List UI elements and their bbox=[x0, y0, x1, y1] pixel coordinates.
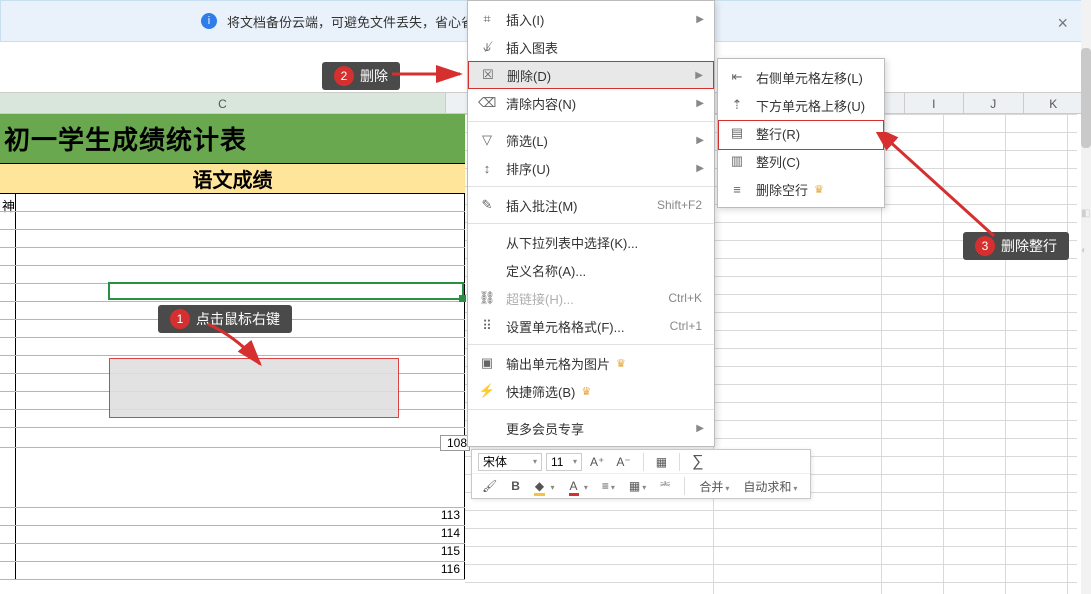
side-icon[interactable]: ◐ bbox=[1081, 245, 1089, 256]
column-header-i[interactable]: I bbox=[905, 93, 965, 113]
cell-value[interactable]: 115 bbox=[16, 544, 465, 561]
column-header-c[interactable]: C bbox=[0, 93, 446, 113]
menu-insert[interactable]: ⌗ 插入(I) ▶ bbox=[468, 5, 714, 33]
bold-button[interactable]: B bbox=[507, 479, 524, 493]
align-button[interactable]: ≡ bbox=[598, 479, 619, 493]
submenu-shift-up[interactable]: ⇡ 下方单元格上移(U) bbox=[718, 91, 884, 119]
menu-define-name[interactable]: 定义名称(A)... bbox=[468, 256, 714, 284]
column-header-k[interactable]: K bbox=[1024, 93, 1083, 113]
annotation-badge-3: 3 bbox=[975, 236, 995, 256]
eraser-icon: ⌫ bbox=[478, 95, 496, 111]
sort-icon: ↕ bbox=[478, 161, 496, 176]
format-painter-icon[interactable]: 🖌 bbox=[478, 479, 501, 493]
submenu-delete-blank[interactable]: ≡ 删除空行 ♛ bbox=[718, 175, 884, 203]
shortcut-label: Ctrl+K bbox=[668, 291, 702, 305]
shift-left-icon: ⇤ bbox=[728, 69, 746, 85]
delete-icon: ☒ bbox=[479, 67, 497, 83]
font-select[interactable]: 宋体▾ bbox=[478, 453, 542, 471]
menu-delete[interactable]: ☒ 删除(D) ▶ bbox=[468, 61, 714, 89]
info-icon: i bbox=[201, 13, 217, 29]
fields-icon[interactable]: ▦ bbox=[652, 455, 671, 469]
menu-separator bbox=[468, 223, 714, 224]
chevron-right-icon: ▶ bbox=[696, 14, 704, 25]
filter-icon: ▽ bbox=[478, 132, 496, 148]
active-selection bbox=[108, 282, 464, 300]
insert-icon: ⌗ bbox=[478, 11, 496, 27]
annotation-target-range bbox=[109, 358, 399, 418]
menu-clear[interactable]: ⌫ 清除内容(N) ▶ bbox=[468, 89, 714, 117]
chevron-right-icon: ▶ bbox=[695, 70, 703, 81]
selection-fill-handle[interactable] bbox=[459, 295, 466, 302]
menu-more-member[interactable]: 更多会员专享 ▶ bbox=[468, 414, 714, 442]
link-icon: ⛓ bbox=[478, 290, 496, 306]
chevron-right-icon: ▶ bbox=[696, 423, 704, 434]
chevron-right-icon: ▶ bbox=[696, 163, 704, 174]
annotation-arrow-2 bbox=[392, 62, 472, 86]
cell-value[interactable]: 114 bbox=[16, 526, 465, 543]
menu-sort[interactable]: ↕ 排序(U) ▶ bbox=[468, 154, 714, 182]
annotation-1: 1 点击鼠标右键 bbox=[158, 305, 292, 333]
font-size-select[interactable]: 11▾ bbox=[546, 453, 582, 471]
cell-value[interactable]: 113 bbox=[16, 508, 465, 525]
font-color-button[interactable]: A bbox=[565, 479, 592, 493]
comment-icon: ✎ bbox=[478, 197, 496, 213]
crown-icon: ♛ bbox=[581, 385, 591, 398]
menu-quick-filter[interactable]: ⚡ 快捷筛选(B) ♛ bbox=[468, 377, 714, 405]
side-panel-icons: ◧ ◐ bbox=[1081, 208, 1089, 256]
crown-icon: ♛ bbox=[814, 183, 824, 196]
cell-value[interactable]: 116 bbox=[16, 562, 465, 579]
chevron-right-icon: ▶ bbox=[696, 135, 704, 146]
menu-filter[interactable]: ▽ 筛选(L) ▶ bbox=[468, 126, 714, 154]
shift-up-icon: ⇡ bbox=[728, 97, 746, 113]
vertical-scrollbar[interactable] bbox=[1081, 0, 1091, 594]
side-icon[interactable]: ◧ bbox=[1081, 208, 1089, 219]
close-icon[interactable]: × bbox=[1057, 13, 1068, 34]
autosum-button[interactable]: 自动求和 bbox=[739, 478, 801, 495]
menu-format-cells[interactable]: ⠿ 设置单元格格式(F)... Ctrl+1 bbox=[468, 312, 714, 340]
lock-icon[interactable]: ⎃ bbox=[656, 479, 674, 494]
decrease-font-icon[interactable]: A⁻ bbox=[612, 455, 634, 469]
chevron-right-icon: ▶ bbox=[696, 98, 704, 109]
column-header-j[interactable]: J bbox=[964, 93, 1024, 113]
sheet-title-band: 初一学生成绩统计表 bbox=[0, 114, 465, 164]
annotation-highlight-entire-row bbox=[718, 120, 884, 150]
format-icon: ⠿ bbox=[478, 318, 496, 334]
menu-insert-chart[interactable]: ⫝̸ 插入图表 bbox=[468, 33, 714, 61]
border-button[interactable]: ▦ bbox=[625, 479, 650, 493]
shortcut-label: Ctrl+1 bbox=[670, 319, 702, 333]
menu-hyperlink[interactable]: ⛓ 超链接(H)... Ctrl+K bbox=[468, 284, 714, 312]
annotation-3: 3 删除整行 bbox=[963, 232, 1069, 260]
menu-separator bbox=[468, 186, 714, 187]
entire-col-icon: ▥ bbox=[728, 153, 746, 169]
mini-toolbar: 宋体▾ 11▾ A⁺ A⁻ ▦ ∑ 🖌 B ◆ A ≡ ▦ ⎃ 合并 自动求和 bbox=[471, 449, 811, 499]
column-title: 语文成绩 bbox=[193, 164, 273, 193]
menu-pick-list[interactable]: 从下拉列表中选择(K)... bbox=[468, 228, 714, 256]
menu-export-image[interactable]: ▣ 输出单元格为图片 ♛ bbox=[468, 349, 714, 377]
info-bar-text: 将文档备份云端，可避免文件丢失，省心省事 bbox=[227, 12, 487, 31]
menu-separator bbox=[468, 344, 714, 345]
image-icon: ▣ bbox=[478, 355, 496, 371]
increase-font-icon[interactable]: A⁺ bbox=[586, 455, 608, 469]
submenu-entire-col[interactable]: ▥ 整列(C) bbox=[718, 147, 884, 175]
editing-cell-108[interactable]: 108 bbox=[440, 435, 470, 451]
crown-icon: ♛ bbox=[616, 357, 626, 370]
menu-insert-comment[interactable]: ✎ 插入批注(M) Shift+F2 bbox=[468, 191, 714, 219]
delete-blank-icon: ≡ bbox=[728, 182, 746, 197]
column-title-band: 语文成绩 bbox=[0, 164, 465, 194]
menu-separator bbox=[468, 409, 714, 410]
submenu-shift-left[interactable]: ⇤ 右侧单元格左移(L) bbox=[718, 63, 884, 91]
annotation-2: 2 删除 bbox=[322, 62, 400, 90]
quick-filter-icon: ⚡ bbox=[478, 383, 496, 399]
shortcut-label: Shift+F2 bbox=[657, 198, 702, 212]
fill-color-button[interactable]: ◆ bbox=[530, 479, 559, 493]
merge-button[interactable]: 合并 bbox=[695, 478, 733, 495]
chart-icon: ⫝̸ bbox=[478, 39, 496, 55]
menu-separator bbox=[468, 121, 714, 122]
sheet-title: 初一学生成绩统计表 bbox=[4, 120, 247, 157]
annotation-badge-2: 2 bbox=[334, 66, 354, 86]
scrollbar-thumb[interactable] bbox=[1081, 48, 1091, 148]
sum-icon[interactable]: ∑ bbox=[688, 453, 707, 471]
context-menu: ⌗ 插入(I) ▶ ⫝̸ 插入图表 ☒ 删除(D) ▶ ⌫ 清除内容(N) ▶ … bbox=[467, 0, 715, 447]
annotation-badge-1: 1 bbox=[170, 309, 190, 329]
